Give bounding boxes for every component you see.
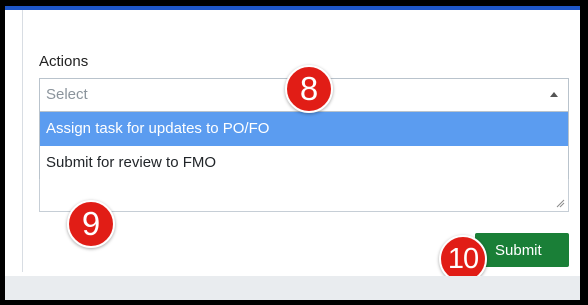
comments-textarea[interactable] bbox=[39, 179, 569, 212]
submit-button[interactable]: Submit bbox=[475, 233, 569, 267]
form-panel: Actions Select Assign task for updates t… bbox=[5, 6, 580, 300]
select-placeholder: Select bbox=[46, 86, 88, 103]
step-9-marker: 9 bbox=[67, 200, 115, 248]
card-left-border bbox=[22, 10, 23, 272]
option-submit-review[interactable]: Submit for review to FMO bbox=[40, 146, 568, 180]
caret-up-icon bbox=[550, 92, 558, 97]
step-8-marker: 8 bbox=[285, 65, 333, 113]
option-assign-task[interactable]: Assign task for updates to PO/FO bbox=[40, 112, 568, 146]
actions-dropdown-list: Assign task for updates to PO/FO Submit … bbox=[39, 112, 569, 180]
resize-grip-icon[interactable] bbox=[556, 199, 565, 208]
actions-label: Actions bbox=[39, 53, 89, 70]
footer-strip bbox=[5, 276, 580, 300]
